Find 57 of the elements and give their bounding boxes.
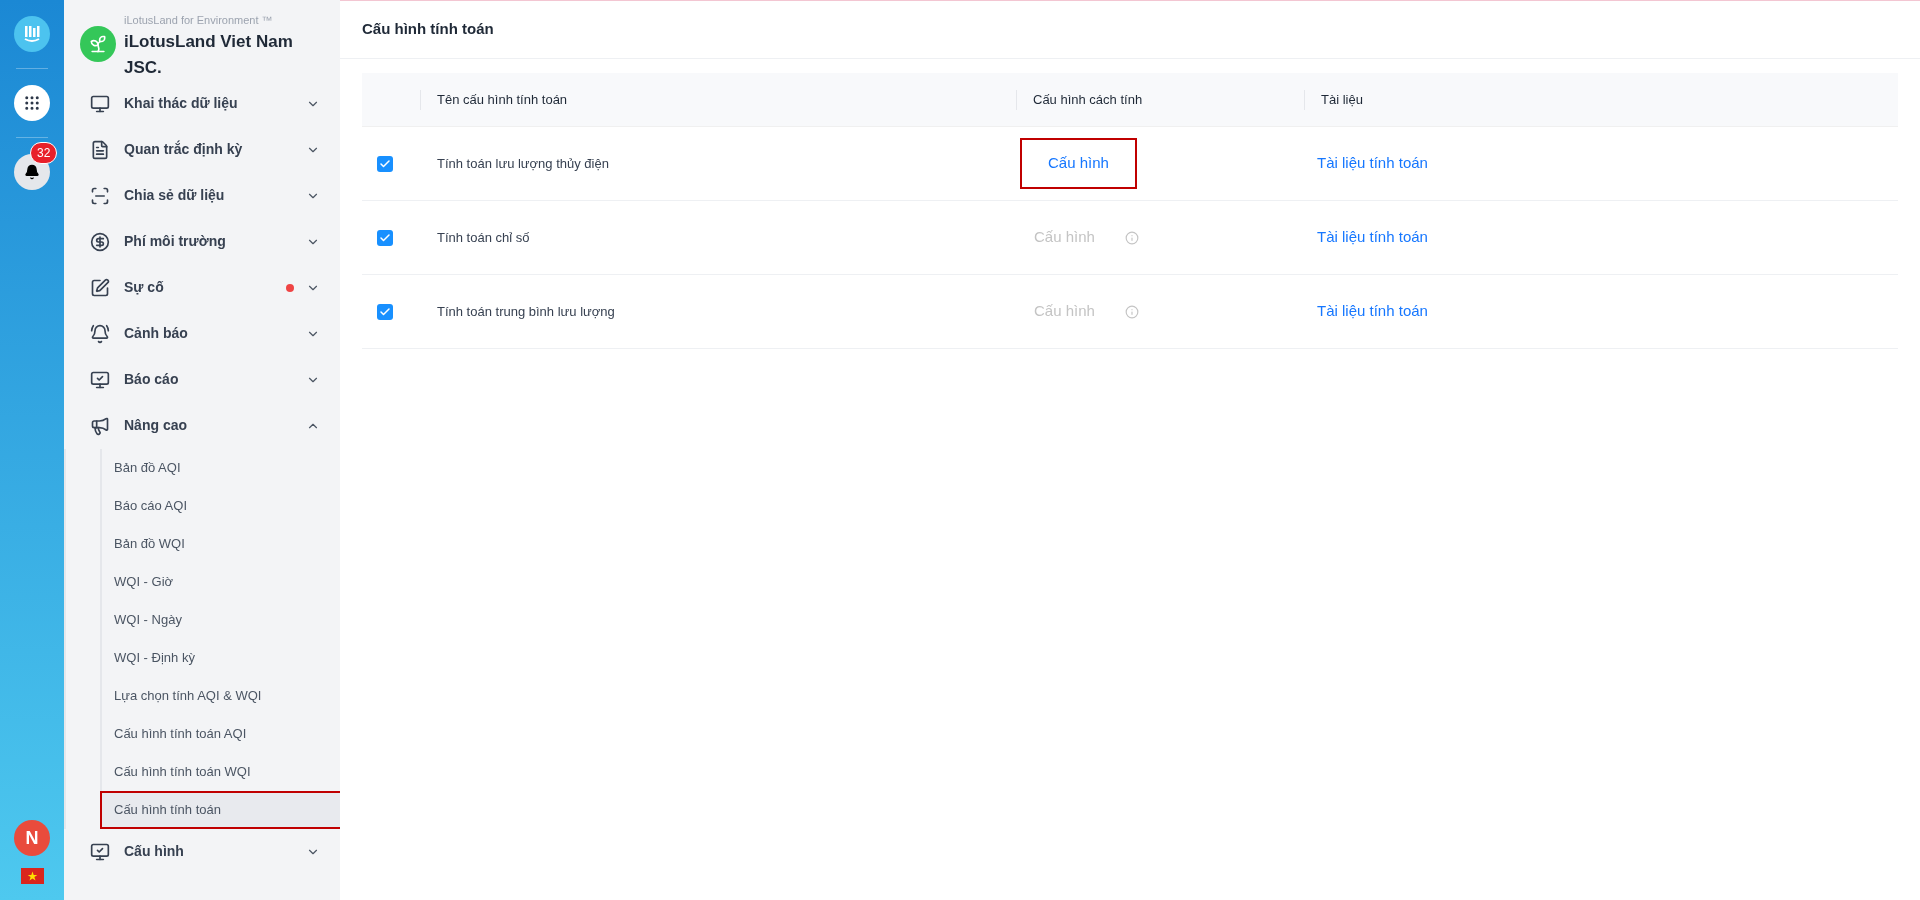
notification-badge: 32 (30, 142, 58, 164)
document-link[interactable]: Tài liệu tính toán (1317, 152, 1428, 175)
column-header: Tài liệu (1321, 90, 1363, 109)
monitor-check-icon (90, 369, 110, 390)
monitor-icon (90, 93, 110, 114)
table-cell-text: Tính toán trung bình lưu lượng (437, 302, 615, 321)
monitor-check-icon (90, 841, 110, 862)
row-checkbox[interactable] (377, 303, 393, 320)
document-link[interactable]: Tài liệu tính toán (1317, 226, 1428, 249)
submenu-item[interactable]: Báo cáo AQI (102, 486, 340, 525)
megaphone-icon (90, 415, 110, 436)
sidebar-item[interactable]: Báo cáo (64, 356, 340, 403)
check-icon (379, 231, 391, 244)
sidebar-item[interactable]: Cấu hình (64, 828, 340, 875)
brand-tagline: iLotusLand for Environment ™ (124, 13, 274, 28)
document-icon (90, 139, 110, 160)
vietnam-flag-icon[interactable] (20, 868, 44, 884)
submenu-item[interactable]: Bản đồ WQI (102, 524, 340, 563)
focus-icon (90, 185, 110, 206)
check-icon (379, 305, 391, 318)
sidebar-item[interactable]: Sự cố (64, 264, 340, 311)
row-checkbox[interactable] (377, 155, 393, 172)
submenu-item[interactable]: Cấu hình tính toán AQI (102, 714, 340, 753)
row-checkbox[interactable] (377, 229, 393, 246)
dollar-icon (90, 231, 110, 252)
user-avatar[interactable]: N (14, 820, 50, 856)
sidebar-item[interactable]: Cảnh báo (64, 310, 340, 357)
submenu-item[interactable]: WQI - Giờ (102, 562, 340, 601)
sidebar-item[interactable]: Chia sẻ dữ liệu (64, 172, 340, 219)
sidebar-item[interactable]: Phí môi trường (64, 218, 340, 265)
table-cell-text: Tính toán lưu lượng thủy điện (437, 154, 609, 173)
check-icon (379, 157, 391, 170)
page-title: Cấu hình tính toán (362, 19, 494, 40)
sidebar-item[interactable]: Quan trắc định kỳ (64, 126, 340, 173)
submenu-item[interactable]: Lựa chọn tính AQI & WQI (102, 676, 340, 715)
grid-icon (23, 94, 41, 112)
brand-logo-icon (80, 26, 116, 62)
table-cell-text: Tính toán chỉ số (437, 228, 530, 247)
brand-name: iLotusLand Viet Nam JSC. (124, 30, 294, 79)
submenu-item[interactable]: Bản đồ AQI (102, 448, 340, 487)
column-header: Tên cấu hình tính toán (437, 90, 568, 109)
submenu-item[interactable]: WQI - Định kỳ (102, 638, 340, 677)
submenu-item[interactable]: Cấu hình tính toán WQI (102, 752, 340, 791)
alarm-icon (90, 323, 110, 344)
app-logo-icon[interactable] (14, 16, 50, 52)
configure-link[interactable]: Cấu hình (1020, 138, 1137, 189)
info-icon (1124, 230, 1139, 245)
info-icon (1124, 304, 1139, 319)
document-link[interactable]: Tài liệu tính toán (1317, 300, 1428, 323)
submenu-item[interactable]: Cấu hình tính toán (100, 790, 340, 829)
edit-icon (90, 277, 110, 298)
bell-icon (24, 164, 40, 180)
submenu-item[interactable]: WQI - Ngày (102, 600, 340, 639)
apps-button[interactable] (14, 85, 50, 121)
sidebar-item[interactable]: Nâng cao (64, 402, 340, 449)
sidebar-item[interactable]: Khai thác dữ liệu (64, 80, 340, 127)
column-header: Cấu hình cách tính (1033, 90, 1143, 109)
